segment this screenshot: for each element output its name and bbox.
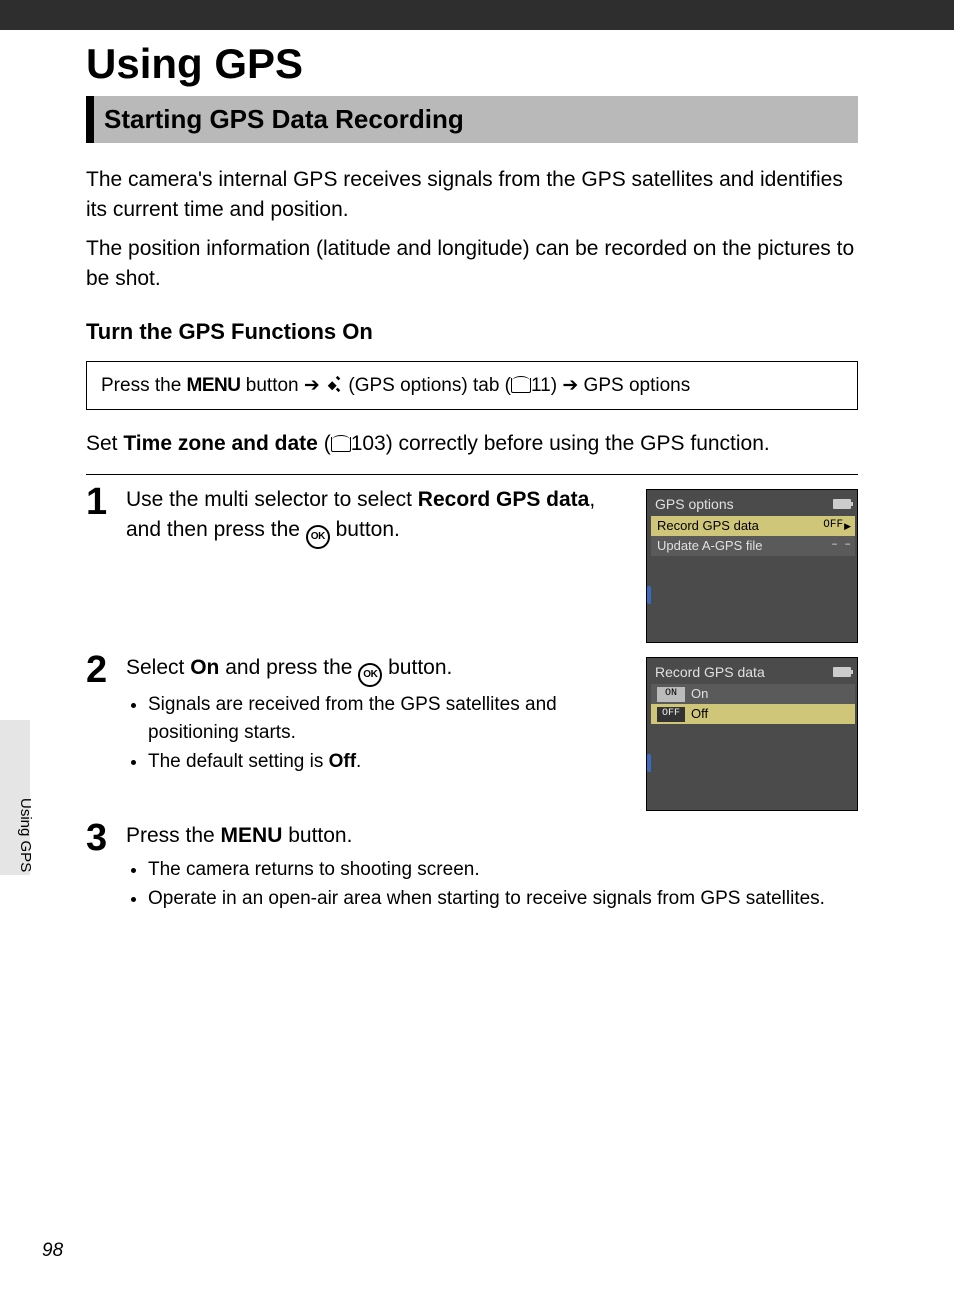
off-tag: OFF [657,707,685,722]
scroll-marker [647,754,651,772]
lcd-title: GPS options [655,494,734,514]
time-zone-bold: Time zone and date [123,432,318,455]
step-instruction: Press the MENU button. [126,821,858,851]
top-bar [0,0,954,30]
chevron-right-icon: ▶ [844,520,851,533]
page-title: Using GPS [86,40,858,88]
lcd-row: ON On [651,684,855,704]
list-item: Signals are received from the GPS satell… [148,691,626,746]
intro-paragraph-2: The position information (latitude and l… [86,234,858,295]
lcd-row-selected: Record GPS data OFF▶ [651,516,855,536]
battery-icon [833,499,851,509]
step-bullets: The camera returns to shooting screen. O… [126,856,858,913]
page-ref-icon [511,378,531,393]
page-number: 98 [42,1240,63,1262]
menu-path-box: Press the MENU button ➔ (GPS options) ta… [86,361,858,410]
set-page-ref: 103 [351,432,386,455]
lcd-row-selected: OFF Off [651,704,855,724]
step-instruction: Select On and press the OK button. [126,653,626,687]
lcd-screen-gps-options: GPS options Record GPS data OFF▶ Update … [646,489,858,643]
page-ref-icon [331,437,351,452]
ok-button-icon: OK [358,663,382,687]
sub-heading: Turn the GPS Functions On [86,319,858,345]
step-number: 1 [86,483,126,521]
list-item: The camera returns to shooting screen. [148,856,858,884]
nav-page-ref: 11 [531,375,551,396]
manual-page: Using GPS 98 Using GPS Starting GPS Data… [0,0,954,1314]
arrow-icon: ➔ [304,375,320,396]
scroll-marker [647,586,651,604]
battery-icon [833,667,851,677]
nav-text: Press the [101,375,187,396]
nav-text: GPS options [578,375,690,396]
arrow-icon: ➔ [562,375,578,396]
step-1: 1 Use the multi selector to select Recor… [86,485,858,643]
step-number: 2 [86,651,126,689]
lcd-row: Update A-GPS file – – [651,536,855,556]
step-2: 2 Select On and press the OK button. Sig… [86,653,858,811]
menu-button-label: MENU [221,824,283,847]
ok-button-icon: OK [306,525,330,549]
divider [86,474,858,475]
step-instruction: Use the multi selector to select Record … [126,485,626,550]
step-bullets: Signals are received from the GPS satell… [126,691,626,776]
step-3: 3 Press the MENU button. The camera retu… [86,821,858,915]
nav-text: button [241,375,304,396]
satellite-icon [325,375,343,393]
intro-paragraph-1: The camera's internal GPS receives signa… [86,165,858,226]
lcd-screen-record-gps: Record GPS data ON On OFF Off [646,657,858,811]
menu-button-label: MENU [187,375,241,396]
nav-text: (GPS options) tab ( [348,375,511,396]
step-number: 3 [86,819,126,857]
side-tab-label: Using GPS [17,798,34,872]
set-instruction: Set Time zone and date (103) correctly b… [86,432,858,456]
on-tag: ON [657,687,685,702]
list-item: The default setting is Off. [148,748,626,776]
list-item: Operate in an open-air area when startin… [148,885,858,913]
nav-text: ) [551,375,563,396]
lcd-title: Record GPS data [655,662,765,682]
section-title: Starting GPS Data Recording [86,96,858,143]
